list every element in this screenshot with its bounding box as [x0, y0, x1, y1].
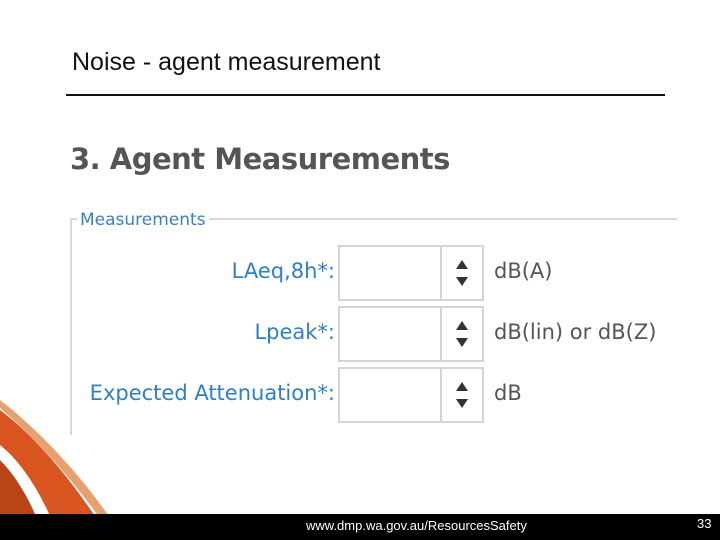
lpeak-spin-arrows[interactable] — [440, 308, 484, 360]
laeq-input[interactable] — [340, 247, 438, 299]
laeq-unit: dB(A) — [494, 259, 553, 283]
footer-url: www.dmp.wa.gov.au/ResourcesSafety — [306, 518, 527, 533]
decrement-arrow-icon[interactable] — [456, 338, 468, 347]
agent-measurements-form: 3. Agent Measurements Measurements LAeq,… — [62, 130, 687, 435]
attenuation-spinbox[interactable] — [338, 367, 484, 423]
lpeak-spinbox[interactable] — [338, 306, 484, 362]
increment-arrow-icon[interactable] — [456, 321, 468, 330]
laeq-spinbox[interactable] — [338, 245, 484, 301]
slide-title: Noise - agent measurement — [72, 48, 381, 76]
attenuation-unit: dB — [494, 381, 522, 405]
fieldset-legend: Measurements — [77, 210, 209, 230]
attenuation-row: Expected Attenuation*: dB — [62, 367, 687, 423]
increment-arrow-icon[interactable] — [456, 382, 468, 391]
laeq-label: LAeq,8h*: — [231, 259, 335, 283]
title-underline — [66, 94, 665, 96]
lpeak-row: Lpeak*: dB(lin) or dB(Z) — [62, 306, 687, 362]
page-number: 33 — [697, 516, 712, 531]
decrement-arrow-icon[interactable] — [456, 277, 468, 286]
lpeak-label: Lpeak*: — [254, 320, 335, 344]
attenuation-label: Expected Attenuation*: — [89, 381, 335, 405]
section-heading: 3. Agent Measurements — [70, 142, 450, 176]
lpeak-input[interactable] — [340, 308, 438, 360]
attenuation-input[interactable] — [340, 369, 438, 421]
attenuation-spin-arrows[interactable] — [440, 369, 484, 421]
increment-arrow-icon[interactable] — [456, 260, 468, 269]
lpeak-unit: dB(lin) or dB(Z) — [494, 320, 657, 344]
decrement-arrow-icon[interactable] — [456, 399, 468, 408]
laeq-spin-arrows[interactable] — [440, 247, 484, 299]
laeq-row: LAeq,8h*: dB(A) — [62, 245, 687, 301]
